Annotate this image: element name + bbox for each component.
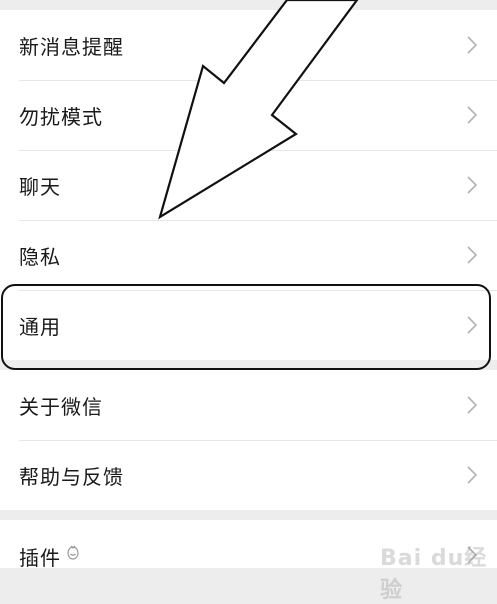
chevron-right-icon [467, 316, 477, 334]
row-label: 隐私 [19, 244, 61, 269]
settings-screen: 新消息提醒 勿扰模式 聊天 隐私 通用 关于微信 帮助与反馈 插件 Bai du… [0, 0, 497, 603]
row-label: 插件 [19, 546, 61, 570]
row-label: 关于微信 [19, 394, 103, 419]
row-do-not-disturb[interactable]: 勿扰模式 [0, 80, 497, 150]
row-chat[interactable]: 聊天 [0, 150, 497, 220]
row-privacy[interactable]: 隐私 [0, 220, 497, 290]
row-label: 新消息提醒 [19, 34, 124, 59]
chevron-right-icon [467, 466, 477, 484]
row-new-message-notify[interactable]: 新消息提醒 [0, 10, 497, 80]
row-label: 帮助与反馈 [19, 464, 124, 489]
row-label: 聊天 [19, 174, 61, 199]
row-label: 通用 [19, 314, 61, 339]
row-about-wechat[interactable]: 关于微信 [0, 370, 497, 440]
chevron-right-icon [467, 546, 477, 564]
plugin-badge-icon [67, 545, 79, 560]
row-help-feedback[interactable]: 帮助与反馈 [0, 440, 497, 510]
chevron-right-icon [467, 36, 477, 54]
chevron-right-icon [467, 106, 477, 124]
settings-group-1: 新消息提醒 勿扰模式 聊天 隐私 通用 [0, 10, 497, 360]
settings-group-2: 关于微信 帮助与反馈 [0, 370, 497, 510]
chevron-right-icon [467, 246, 477, 264]
chevron-right-icon [467, 176, 477, 194]
row-label: 勿扰模式 [19, 104, 103, 129]
chevron-right-icon [467, 396, 477, 414]
row-general[interactable]: 通用 [0, 290, 497, 360]
